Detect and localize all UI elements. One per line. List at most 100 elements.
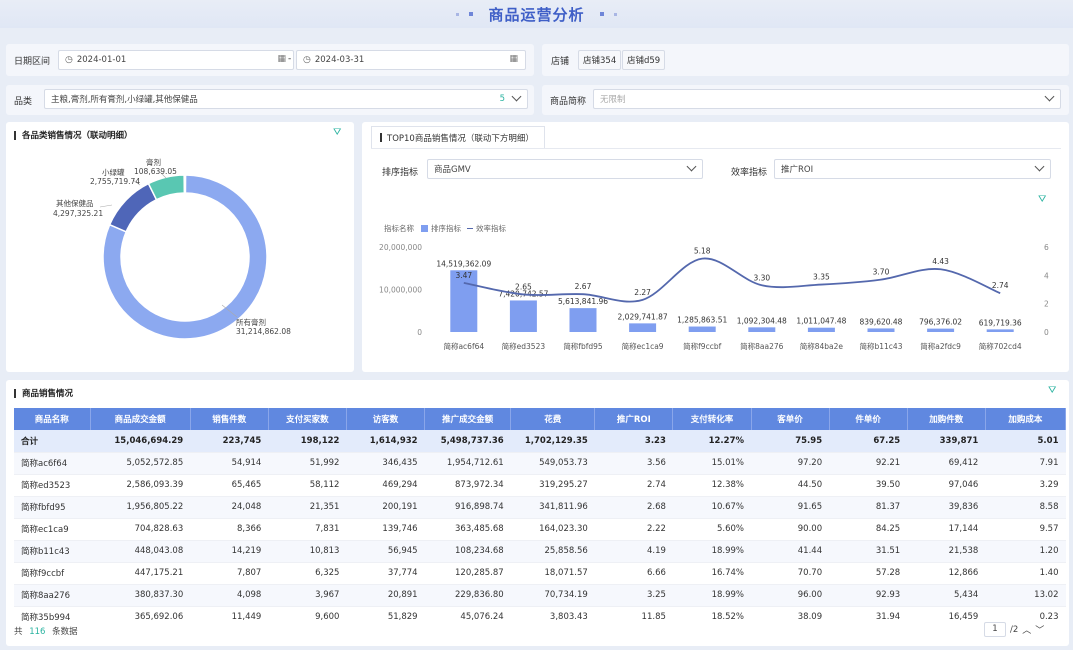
bar-value-label: 5,613,841.96 <box>558 297 608 306</box>
table-cell: 简称8aa276 <box>14 584 91 607</box>
table-cell: 1,956,805.22 <box>90 496 191 519</box>
column-header[interactable]: 商品名称 <box>14 408 91 430</box>
y-right-tick-label: 2 <box>1044 300 1049 309</box>
column-header[interactable]: 加购成本 <box>985 408 1066 430</box>
table-row[interactable]: 简称35b994 365,692.06 11,449 9,600 51,829 45,07… <box>14 606 1066 622</box>
table-row[interactable]: 简称f9ccbf 447,175.21 7,807 6,325 37,774 120,28… <box>14 562 1066 585</box>
table-cell: 56,945 <box>346 540 425 563</box>
column-header[interactable]: 销售件数 <box>190 408 269 430</box>
column-header[interactable]: 访客数 <box>346 408 426 430</box>
chart-bar[interactable] <box>509 300 537 332</box>
table-cell: 38.09 <box>751 606 830 622</box>
table-row[interactable]: 简称fbfd95 1,956,805.22 24,048 21,351 200,191 9… <box>14 496 1066 519</box>
table-row[interactable]: 简称ac6f64 5,052,572.85 54,914 51,992 346,435 1… <box>14 452 1066 475</box>
store-tag[interactable]: 店铺354 <box>578 50 622 70</box>
table-cell: 18.99% <box>672 584 751 607</box>
chart-bar[interactable] <box>569 308 597 332</box>
donut-label-name: 其他保健品 <box>56 198 94 208</box>
title-decoration-left <box>469 12 474 16</box>
table-cell: 75.95 <box>751 430 830 453</box>
table-scroll-area[interactable]: 商品名称 商品成交金额 销售件数 支付买家数 访客数 推广成交金额 花费 推广ROI 支付转化率… <box>14 408 1066 622</box>
table-cell: 57.28 <box>829 562 908 585</box>
table-cell: 10.67% <box>672 496 751 519</box>
table-cell: 41.44 <box>751 540 830 563</box>
line-value-label: 3.70 <box>873 268 890 277</box>
table-row[interactable]: 简称ed3523 2,586,093.39 65,465 58,112 469,294 8… <box>14 474 1066 497</box>
table-cell: 3,967 <box>268 584 347 607</box>
category-donut-chart: 所有膏剂 31,214,862.08 其他保健品 4,297,325.21 小绿… <box>53 157 291 340</box>
bar-value-label: 796,376.02 <box>919 318 962 327</box>
column-header[interactable]: 客单价 <box>751 408 830 430</box>
footer-suffix: 条数据 <box>52 627 78 637</box>
product-select[interactable]: 无限制 <box>593 89 1061 109</box>
column-header[interactable]: 推广ROI <box>594 408 674 430</box>
calendar-icon[interactable]: ▦ <box>509 54 518 64</box>
line-value-label: 3.35 <box>813 273 830 282</box>
table-cell: 31.51 <box>829 540 908 563</box>
column-header[interactable]: 商品成交金额 <box>90 408 191 430</box>
table-cell: 54,914 <box>190 452 269 475</box>
table-cell: 3.23 <box>594 430 673 453</box>
table-cell: 6.66 <box>594 562 673 585</box>
page-title: 商品运营分析 <box>488 5 585 24</box>
chart-bar[interactable] <box>927 328 955 332</box>
table-row[interactable]: 简称b11c43 448,043.08 14,219 10,813 56,945 108,… <box>14 540 1066 563</box>
column-header[interactable]: 件单价 <box>829 408 908 430</box>
table-cell: 341,811.96 <box>510 496 595 519</box>
table-cell: 12.27% <box>672 430 751 453</box>
table-cell: 5.01 <box>985 430 1066 453</box>
date-start-input[interactable]: ◷ 2024-01-01 ▦ <box>58 50 294 70</box>
table-cell: 108,234.68 <box>424 540 511 563</box>
column-header[interactable]: 推广成交金额 <box>424 408 512 430</box>
table-cell: 91.65 <box>751 496 830 519</box>
product-label: 商品简称 <box>550 97 587 107</box>
table-row[interactable]: 简称8aa276 380,837.30 4,098 3,967 20,891 229,83… <box>14 584 1066 607</box>
title-decoration-right-small <box>613 12 617 16</box>
table-cell: 11,449 <box>190 606 269 622</box>
clock-icon: ◷ <box>303 55 311 65</box>
column-header[interactable]: 花费 <box>510 408 596 430</box>
category-select[interactable]: 主粮,膏剂,所有膏剂,小绿罐,其他保健品 5 <box>44 89 528 109</box>
table-cell: 37,774 <box>346 562 425 585</box>
chart-bar[interactable] <box>629 323 657 332</box>
table-cell: 51,992 <box>268 452 347 475</box>
chart-bar[interactable] <box>867 328 895 332</box>
store-tag[interactable]: 店铺d59 <box>622 50 666 70</box>
table-cell: 21,351 <box>268 496 347 519</box>
table-cell: 24,048 <box>190 496 269 519</box>
table-cell: 6,325 <box>268 562 347 585</box>
column-header[interactable]: 加购件数 <box>907 408 986 430</box>
title-decoration-right <box>599 12 604 16</box>
table-cell: 97,046 <box>907 474 986 497</box>
y-right-tick-label: 6 <box>1044 243 1049 252</box>
donut-label-name: 所有膏剂 <box>236 317 266 327</box>
table-cell: 120,285.87 <box>424 562 511 585</box>
line-value-label: 2.74 <box>992 281 1009 290</box>
table-cell: 1,614,932 <box>346 430 425 453</box>
table-cell: 8.58 <box>985 496 1066 519</box>
chart-bar[interactable] <box>688 326 716 332</box>
chart-bar[interactable] <box>748 327 776 332</box>
table-cell: 39,836 <box>907 496 986 519</box>
table-cell: 448,043.08 <box>90 540 191 563</box>
table-cell: 3.25 <box>594 584 673 607</box>
calendar-icon[interactable]: ▦ <box>277 54 286 64</box>
page-down-icon[interactable]: ﹀ <box>1035 623 1044 636</box>
page-up-icon[interactable]: ︿ <box>1022 623 1031 636</box>
donut-label-value: 4,297,325.21 <box>53 209 103 218</box>
date-end-input[interactable]: ◷ 2024-03-31 ▦ <box>296 50 526 70</box>
filter-icon[interactable]: ⛛ <box>1048 385 1056 396</box>
table-cell: 7,807 <box>190 562 269 585</box>
table-cell: 15.01% <box>672 452 751 475</box>
table-cell: 21,538 <box>907 540 986 563</box>
column-header[interactable]: 支付买家数 <box>268 408 347 430</box>
chart-bar[interactable] <box>807 327 835 332</box>
chart-bar[interactable] <box>986 329 1014 332</box>
column-header[interactable]: 支付转化率 <box>672 408 752 430</box>
page-input[interactable]: 1 <box>984 622 1006 637</box>
x-tick-label: 简称b11c43 <box>860 341 903 351</box>
donut-slice[interactable] <box>108 182 158 233</box>
table-row[interactable]: 简称ec1ca9 704,828.63 8,366 7,831 139,746 363,4… <box>14 518 1066 541</box>
x-tick-label: 简称fbfd95 <box>563 341 603 351</box>
donut-slice[interactable] <box>147 174 186 201</box>
